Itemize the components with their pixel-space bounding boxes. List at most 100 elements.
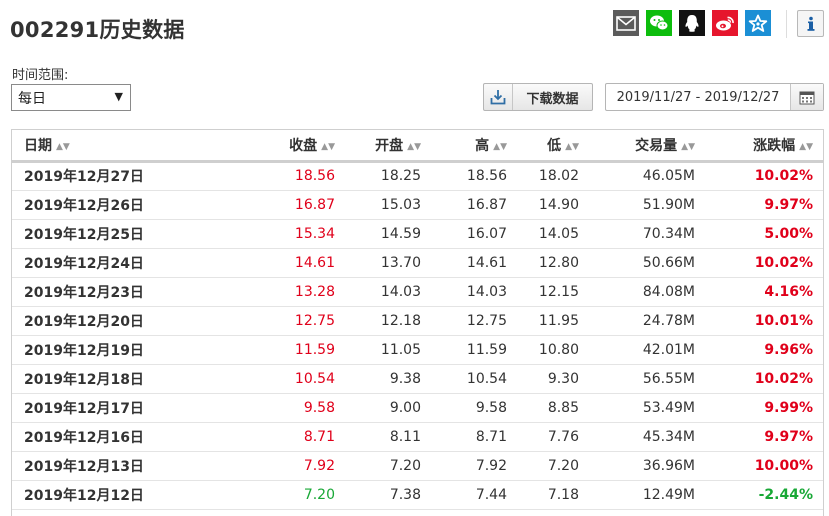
cell-date: 2019年12月23日	[12, 277, 208, 307]
table-row: 2019年12月26日 16.87 15.03 16.87 14.90 51.90M 9.9…	[12, 190, 823, 220]
cell-high: 14.61	[433, 248, 519, 278]
wechat-icon[interactable]	[646, 10, 672, 36]
cell-open: 7.38	[347, 480, 433, 510]
table-row: 2019年12月16日 8.71 8.11 8.71 7.76 45.34M 9.97%	[12, 422, 823, 452]
column-header-close[interactable]: 收盘 ▲▼	[208, 130, 347, 163]
sort-icon: ▲▼	[493, 141, 507, 152]
cell-volume: 84.08M	[591, 277, 707, 307]
cell-close: 18.56	[208, 161, 347, 191]
cell-low: 10.80	[519, 335, 591, 365]
table-row: 2019年12月18日 10.54 9.38 10.54 9.30 56.55M 10.02…	[12, 364, 823, 394]
cell-close: 13.28	[208, 277, 347, 307]
time-range-label: 时间范围:	[12, 68, 69, 83]
table-row: 2019年12月27日 18.56 18.25 18.56 18.02 46.05M 10.…	[12, 161, 823, 191]
cell-open: 14.59	[347, 219, 433, 249]
cell-open: 9.38	[347, 364, 433, 394]
star-icon[interactable]	[745, 10, 771, 36]
cell-low: 14.90	[519, 190, 591, 220]
cell-date: 2019年12月26日	[12, 190, 208, 220]
cell-open: 15.03	[347, 190, 433, 220]
sort-icon: ▲▼	[56, 141, 70, 152]
cell-date: 2019年12月25日	[12, 219, 208, 249]
sort-icon: ▲▼	[321, 141, 335, 152]
cell-change: 9.97%	[707, 422, 823, 452]
column-header-open[interactable]: 开盘 ▲▼	[347, 130, 433, 163]
sort-icon: ▲▼	[799, 141, 813, 152]
cell-date: 2019年12月12日	[12, 480, 208, 510]
cell-volume: 51.90M	[591, 190, 707, 220]
cell-low: 7.18	[519, 480, 591, 510]
table-row: 2019年12月25日 15.34 14.59 16.07 14.05 70.34M 5.0…	[12, 219, 823, 249]
cell-open: 8.11	[347, 422, 433, 452]
page-title: 002291历史数据	[10, 18, 185, 42]
cell-date: 2019年12月17日	[12, 393, 208, 423]
email-icon[interactable]	[613, 10, 639, 36]
cell-volume: 24.78M	[591, 306, 707, 336]
cell-close: 10.54	[208, 364, 347, 394]
cell-low: 14.05	[519, 219, 591, 249]
cell-change: 10.01%	[707, 306, 823, 336]
cell-volume: 46.05M	[591, 161, 707, 191]
table-row: 2019年12月12日 7.20 7.38 7.44 7.18 12.49M -2.44%	[12, 480, 823, 510]
cell-open: 13.70	[347, 248, 433, 278]
table-row: 2019年12月23日 13.28 14.03 14.03 12.15 84.08M 4.1…	[12, 277, 823, 307]
table-body: 2019年12月27日 18.56 18.25 18.56 18.02 46.05M 10.…	[12, 161, 823, 510]
cell-low: 7.20	[519, 451, 591, 481]
cell-date: 2019年12月24日	[12, 248, 208, 278]
column-header-low[interactable]: 低 ▲▼	[519, 130, 591, 163]
weibo-icon[interactable]	[712, 10, 738, 36]
cell-change: 10.02%	[707, 364, 823, 394]
cell-close: 9.58	[208, 393, 347, 423]
date-range-picker[interactable]: 2019/11/27 - 2019/12/27	[605, 83, 824, 111]
share-bar	[613, 10, 778, 36]
column-header-volume[interactable]: 交易量 ▲▼	[591, 130, 707, 163]
frequency-select[interactable]: 每日 ▼	[11, 84, 131, 111]
info-icon[interactable]	[797, 10, 824, 37]
frequency-value: 每日	[18, 90, 46, 107]
table-row: 2019年12月17日 9.58 9.00 9.58 8.85 53.49M 9.99%	[12, 393, 823, 423]
cell-open: 14.03	[347, 277, 433, 307]
cell-date: 2019年12月19日	[12, 335, 208, 365]
table-row: 2019年12月24日 14.61 13.70 14.61 12.80 50.66M 10.…	[12, 248, 823, 278]
cell-close: 14.61	[208, 248, 347, 278]
column-header-date[interactable]: 日期 ▲▼	[12, 130, 208, 163]
cell-change: -2.44%	[707, 480, 823, 510]
calendar-icon[interactable]	[790, 84, 823, 110]
cell-high: 8.71	[433, 422, 519, 452]
cell-volume: 56.55M	[591, 364, 707, 394]
column-header-change[interactable]: 涨跌幅 ▲▼	[707, 130, 823, 163]
cell-change: 10.02%	[707, 161, 823, 191]
cell-volume: 70.34M	[591, 219, 707, 249]
cell-high: 16.07	[433, 219, 519, 249]
cell-volume: 42.01M	[591, 335, 707, 365]
cell-close: 15.34	[208, 219, 347, 249]
cell-close: 16.87	[208, 190, 347, 220]
cell-high: 14.03	[433, 277, 519, 307]
download-icon	[484, 84, 513, 110]
dropdown-arrow-icon: ▼	[114, 90, 123, 103]
cell-close: 7.20	[208, 480, 347, 510]
cell-low: 12.80	[519, 248, 591, 278]
cell-change: 4.16%	[707, 277, 823, 307]
cell-close: 11.59	[208, 335, 347, 365]
date-range-value: 2019/11/27 - 2019/12/27	[616, 89, 780, 105]
table-header-row: 日期 ▲▼ 收盘 ▲▼ 开盘 ▲▼ 高 ▲▼ 低 ▲▼ 交易量 ▲▼ 涨跌幅 ▲▼	[12, 130, 823, 163]
sort-icon: ▲▼	[681, 141, 695, 152]
qq-icon[interactable]	[679, 10, 705, 36]
cell-change: 9.99%	[707, 393, 823, 423]
download-data-button[interactable]: 下载数据	[483, 83, 593, 111]
cell-high: 7.44	[433, 480, 519, 510]
cell-high: 10.54	[433, 364, 519, 394]
cell-volume: 36.96M	[591, 451, 707, 481]
cell-close: 7.92	[208, 451, 347, 481]
cell-close: 12.75	[208, 306, 347, 336]
cell-volume: 12.49M	[591, 480, 707, 510]
cell-high: 9.58	[433, 393, 519, 423]
sort-icon: ▲▼	[407, 141, 421, 152]
column-header-high[interactable]: 高 ▲▼	[433, 130, 519, 163]
history-table: 日期 ▲▼ 收盘 ▲▼ 开盘 ▲▼ 高 ▲▼ 低 ▲▼ 交易量 ▲▼ 涨跌幅 ▲▼ 2019年…	[11, 129, 824, 516]
cell-high: 11.59	[433, 335, 519, 365]
cell-date: 2019年12月16日	[12, 422, 208, 452]
cell-change: 10.00%	[707, 451, 823, 481]
cell-change: 10.02%	[707, 248, 823, 278]
